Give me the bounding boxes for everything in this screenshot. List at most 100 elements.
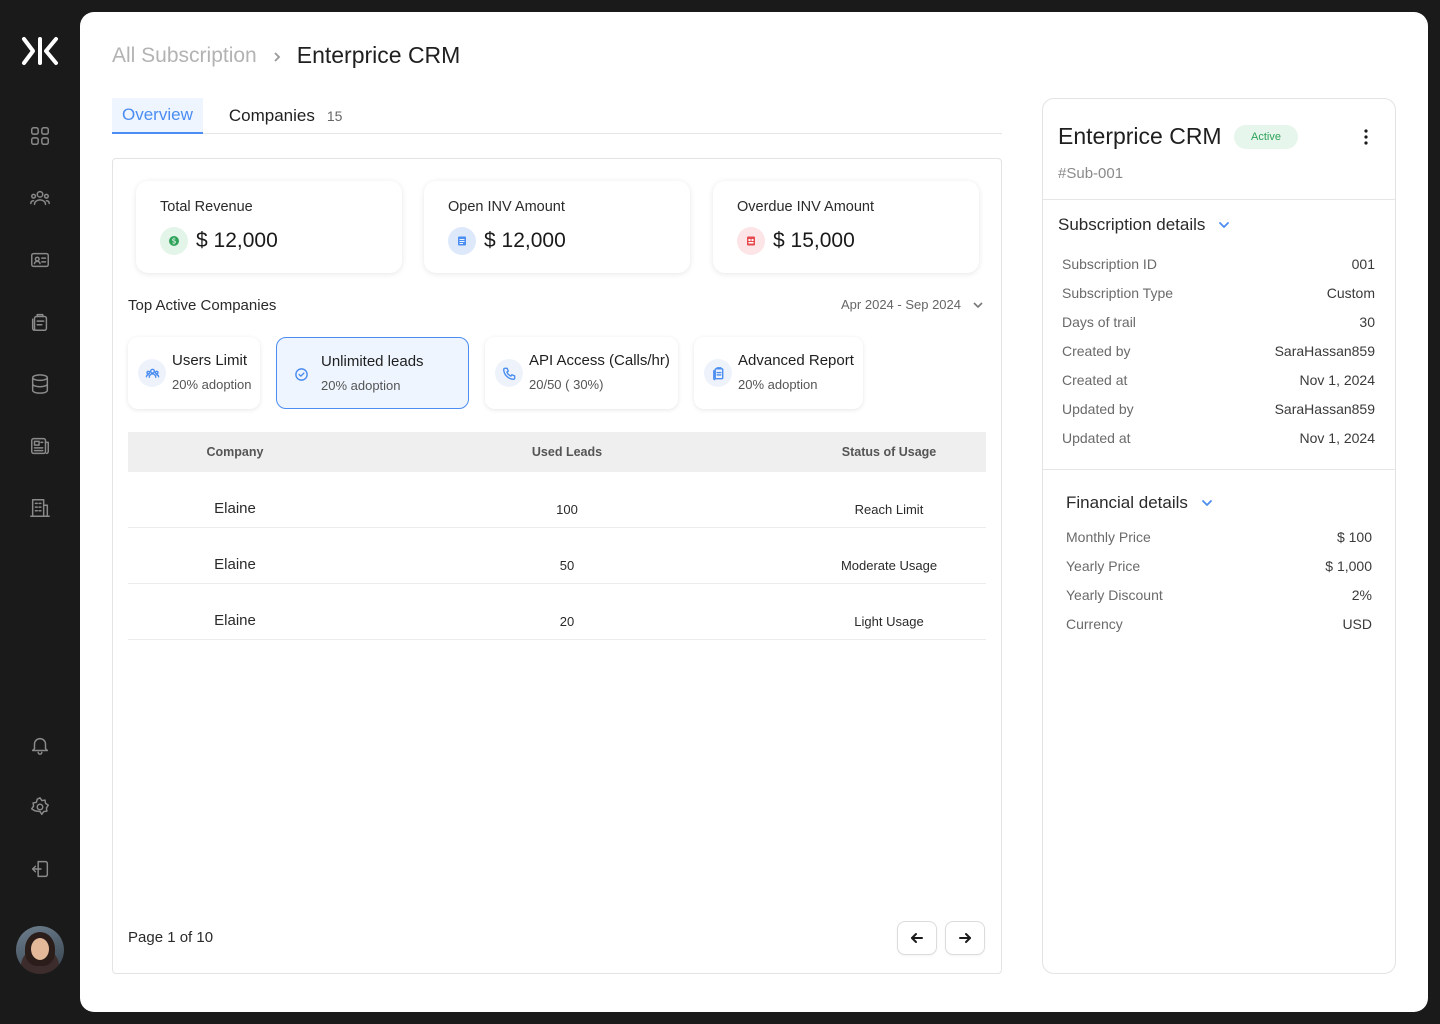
divider (1043, 469, 1395, 470)
tab-label: Companies (228, 106, 315, 125)
detail-key: Updated by (1062, 401, 1134, 417)
cell-used-leads: 50 (559, 558, 575, 573)
subscription-detail-panel: Enterprice CRM Active #Sub-001 Subscript… (1042, 98, 1396, 974)
section-heading: Financial details (1066, 493, 1188, 512)
detail-row: Yearly Discount 2% (1066, 587, 1372, 603)
overview-content: Total Revenue $ $ 12,000 Open INV Amount… (112, 158, 1002, 974)
stat-value: $ 12,000 (196, 229, 278, 252)
table-header: Company Used Leads Status of Usage (128, 432, 986, 472)
clipboard-icon[interactable] (26, 308, 54, 336)
feature-advanced-report[interactable]: Advanced Report 20% adoption (694, 337, 863, 409)
detail-row: Subscription ID 001 (1062, 256, 1375, 272)
detail-value: SaraHassan859 (1274, 401, 1375, 417)
detail-row: Updated by SaraHassan859 (1062, 401, 1375, 417)
detail-value: 001 (1351, 256, 1375, 272)
divider (1043, 199, 1395, 200)
date-range-value: Apr 2024 - Sep 2024 (841, 297, 961, 312)
financial-details-toggle[interactable]: Financial details (1066, 493, 1214, 513)
feature-api-access[interactable]: API Access (Calls/hr) 20/50 ( 30%) (485, 337, 678, 409)
gear-icon[interactable] (26, 793, 54, 821)
table-row[interactable]: Elaine 20 Light Usage (128, 584, 986, 640)
cell-company: Elaine (214, 500, 256, 517)
bell-icon[interactable] (26, 731, 54, 759)
date-range-select[interactable]: Apr 2024 - Sep 2024 (841, 297, 985, 312)
feature-users-limit[interactable]: Users Limit 20% adoption (128, 337, 260, 409)
report-icon (704, 359, 732, 387)
detail-key: Currency (1066, 616, 1123, 632)
app-logo[interactable] (20, 36, 60, 66)
column-header[interactable]: Company (128, 445, 342, 459)
stat-total-revenue: Total Revenue $ $ 12,000 (136, 181, 402, 273)
section-heading: Subscription details (1058, 215, 1206, 234)
detail-row: Monthly Price $ 100 (1066, 529, 1372, 545)
id-card-icon[interactable] (26, 246, 54, 274)
users-icon (138, 359, 166, 387)
chevron-down-icon (1219, 222, 1230, 228)
table-row[interactable]: Elaine 50 Moderate Usage (128, 528, 986, 584)
arrow-right-icon (959, 933, 971, 943)
subscription-details-toggle[interactable]: Subscription details (1058, 215, 1231, 235)
detail-key: Monthly Price (1066, 529, 1151, 545)
detail-key: Updated at (1062, 430, 1131, 446)
dashboard-icon[interactable] (26, 122, 54, 150)
sidebar (0, 0, 80, 1024)
status-badge: Active (1234, 125, 1298, 149)
chevron-right-icon (271, 50, 283, 62)
detail-value: Nov 1, 2024 (1299, 430, 1376, 446)
tab-overview[interactable]: Overview (112, 98, 203, 134)
detail-value: SaraHassan859 (1274, 343, 1375, 359)
detail-value: 30 (1359, 314, 1375, 330)
svg-text:$: $ (172, 237, 177, 246)
table-row[interactable]: Elaine 100 Reach Limit (128, 472, 986, 528)
detail-key: Yearly Price (1066, 558, 1141, 574)
stat-label: Overdue INV Amount (737, 199, 875, 215)
next-page-button[interactable] (945, 921, 985, 955)
users-icon[interactable] (26, 184, 54, 212)
detail-value: $ 100 (1336, 529, 1372, 545)
detail-row: Currency USD (1066, 616, 1372, 632)
tab-count: 15 (326, 108, 343, 124)
detail-key: Created at (1062, 372, 1128, 388)
column-header[interactable]: Status of Usage (792, 445, 986, 459)
chevron-down-icon (1202, 500, 1212, 506)
breadcrumb: All Subscription Enterprice CRM (112, 42, 460, 69)
dollar-icon: $ (160, 227, 188, 255)
column-header[interactable]: Used Leads (342, 445, 792, 459)
more-options-button[interactable] (1357, 127, 1375, 147)
feature-title: Advanced Report (738, 352, 854, 369)
cell-status: Moderate Usage (840, 558, 938, 573)
feature-unlimited-leads[interactable]: Unlimited leads 20% adoption (276, 337, 469, 409)
main-panel: All Subscription Enterprice CRM Overview… (80, 12, 1428, 1012)
feature-subtitle: 20% adoption (738, 377, 818, 392)
detail-value: $ 1,000 (1325, 558, 1372, 574)
invoice-icon (737, 227, 765, 255)
detail-value: USD (1342, 616, 1372, 632)
building-icon[interactable] (26, 494, 54, 522)
report-icon[interactable] (26, 432, 54, 460)
section-title: Top Active Companies (128, 297, 277, 314)
detail-row: Updated at Nov 1, 2024 (1062, 430, 1375, 446)
phone-icon (495, 359, 523, 387)
stat-overdue-inv: Overdue INV Amount $ 15,000 (713, 181, 979, 273)
panel-title: Enterprice CRM (1058, 123, 1222, 149)
detail-key: Yearly Discount (1066, 587, 1163, 603)
detail-value: Nov 1, 2024 (1299, 372, 1376, 388)
detail-row: Created at Nov 1, 2024 (1062, 372, 1375, 388)
detail-key: Days of trail (1062, 314, 1136, 330)
database-icon[interactable] (26, 370, 54, 398)
feature-title: API Access (Calls/hr) (529, 352, 670, 369)
detail-value: Custom (1326, 285, 1375, 301)
page-indicator: Page 1 of 10 (128, 929, 214, 946)
tab-label: Overview (122, 105, 193, 124)
cell-used-leads: 100 (556, 502, 578, 517)
tab-companies[interactable]: Companies 15 (219, 98, 353, 134)
logout-icon[interactable] (26, 855, 54, 883)
avatar[interactable] (16, 926, 64, 974)
cell-company: Elaine (214, 556, 256, 573)
detail-value: 2% (1351, 587, 1372, 603)
stat-value: $ 12,000 (484, 229, 566, 252)
feature-subtitle: 20% adoption (321, 378, 401, 393)
prev-page-button[interactable] (897, 921, 937, 955)
subscription-code: #Sub-001 (1058, 165, 1124, 182)
breadcrumb-parent[interactable]: All Subscription (112, 44, 257, 68)
